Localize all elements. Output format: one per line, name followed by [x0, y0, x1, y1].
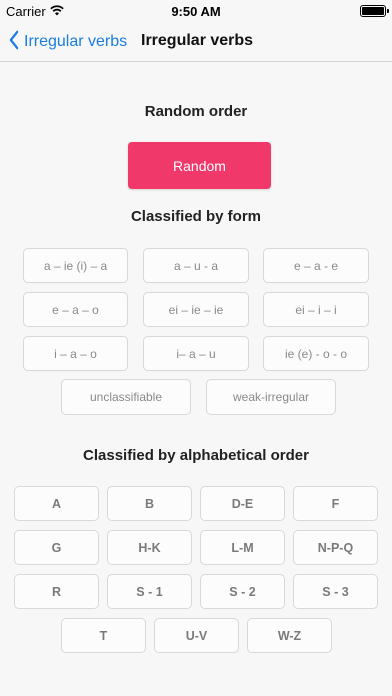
form-button-ei-ie-ie[interactable]: ei – ie – ie [143, 292, 249, 327]
alpha-button-f[interactable]: F [293, 486, 378, 521]
back-label: Irregular verbs [24, 33, 128, 50]
form-button-e-a-o[interactable]: e – a – o [23, 292, 128, 327]
page-title: Irregular verbs [141, 32, 254, 49]
form-button-a-ie-a[interactable]: a – ie (i) – a [23, 248, 128, 283]
alpha-button-n-p-q[interactable]: N-P-Q [293, 530, 378, 565]
alpha-button-a[interactable]: A [14, 486, 99, 521]
alpha-button-b[interactable]: B [107, 486, 192, 521]
status-bar: Carrier 9:50 AM [0, 0, 392, 22]
alpha-button-s-1[interactable]: S - 1 [107, 574, 192, 609]
alpha-button-s-2[interactable]: S - 2 [200, 574, 285, 609]
alpha-button-r[interactable]: R [14, 574, 99, 609]
status-time: 9:50 AM [171, 4, 221, 19]
form-button-a-u-a[interactable]: a – u - a [143, 248, 249, 283]
main-content: Random order Random Classified by form a… [0, 63, 392, 696]
back-button[interactable]: Irregular verbs [8, 30, 127, 54]
alpha-button-s-3[interactable]: S - 3 [293, 574, 378, 609]
alpha-button-d-e[interactable]: D-E [200, 486, 285, 521]
chevron-left-icon [9, 30, 19, 54]
alpha-button-u-v[interactable]: U-V [154, 618, 239, 653]
alpha-button-w-z[interactable]: W-Z [247, 618, 332, 653]
form-button-i-a-u[interactable]: i– a – u [143, 336, 249, 371]
form-section-title: Classified by form [130, 208, 262, 225]
form-button-unclassifiable[interactable]: unclassifiable [61, 379, 191, 415]
form-button-weak-irregular[interactable]: weak-irregular [206, 379, 336, 415]
navigation-bar: Irregular verbs Irregular verbs [0, 22, 392, 62]
alpha-button-g[interactable]: G [14, 530, 99, 565]
random-section-title: Random order [144, 103, 248, 120]
form-button-ie-o-o[interactable]: ie (e) - o - o [263, 336, 369, 371]
alpha-button-l-m[interactable]: L-M [200, 530, 285, 565]
form-button-e-a-e[interactable]: e – a - e [263, 248, 369, 283]
form-button-ei-i-i[interactable]: ei – i – i [263, 292, 369, 327]
alpha-button-h-k[interactable]: H-K [107, 530, 192, 565]
alpha-section-title: Classified by alphabetical order [83, 447, 309, 464]
alpha-button-t[interactable]: T [61, 618, 146, 653]
random-button[interactable]: Random [128, 142, 271, 189]
battery-icon [360, 5, 389, 17]
form-button-i-a-o[interactable]: i – a – o [23, 336, 128, 371]
